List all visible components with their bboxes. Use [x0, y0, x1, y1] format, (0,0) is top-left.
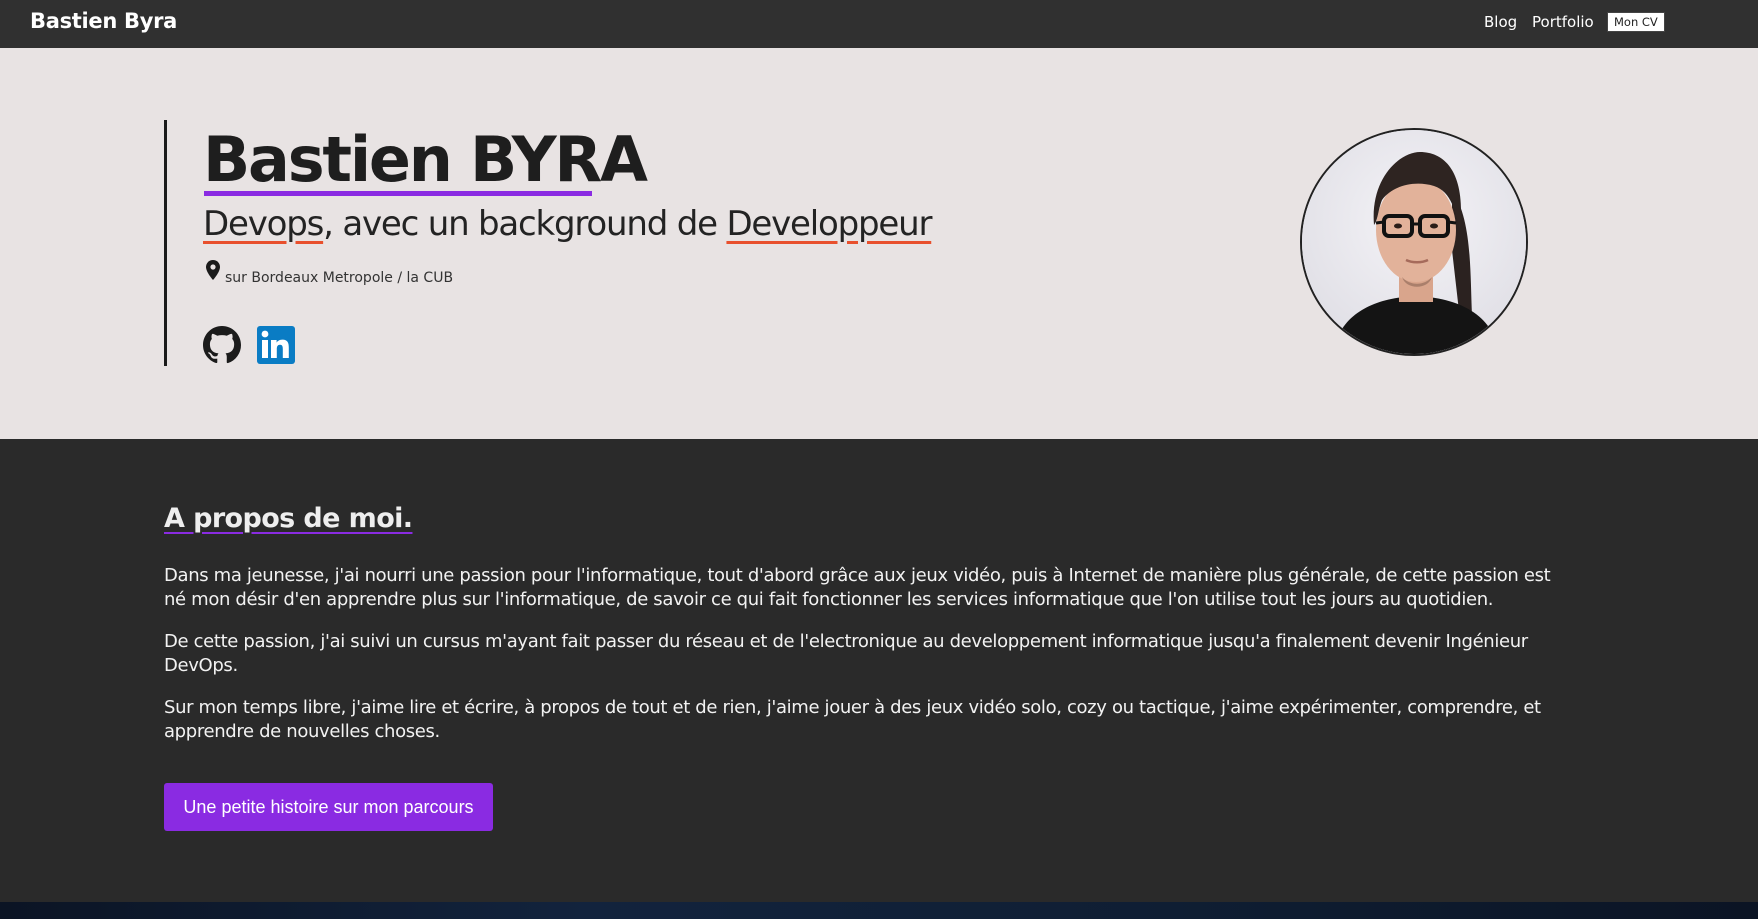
about-section: A propos de moi. Dans ma jeunesse, j'ai …: [0, 439, 1758, 902]
story-button[interactable]: Une petite histoire sur mon parcours: [164, 783, 493, 831]
github-icon: [203, 326, 241, 364]
location-pin-icon: [206, 260, 220, 280]
hero-subtitle: Devops, avec un background de Developpeu…: [203, 204, 932, 244]
subtitle-devops: Devops: [203, 204, 324, 244]
about-paragraph: Dans ma jeunesse, j'ai nourri une passio…: [164, 565, 1551, 610]
about-paragraph: Sur mon temps libre, j'aime lire et écri…: [164, 697, 1541, 742]
hero-name: Bastien BYRA: [203, 123, 648, 196]
profile-photo-image: [1302, 130, 1526, 354]
about-paragraph: De cette passion, j'ai suivi un cursus m…: [164, 631, 1528, 676]
hero-name-underline: [204, 191, 592, 196]
linkedin-icon: [257, 326, 295, 364]
subtitle-middle: , avec un background de: [323, 204, 727, 244]
subtitle-developpeur: Developpeur: [726, 204, 932, 244]
nav-links: Blog Portfolio Mon CV: [0, 12, 1758, 37]
nav-blog-link[interactable]: Blog: [1484, 13, 1517, 31]
profile-photo: [1300, 128, 1528, 356]
nav-cv-button[interactable]: Mon CV: [1607, 12, 1665, 32]
hero-accent-bar: [164, 120, 167, 366]
footer-band: [0, 902, 1758, 919]
location-text: sur Bordeaux Metropole / la CUB: [225, 270, 454, 286]
nav-portfolio-link[interactable]: Portfolio: [1532, 13, 1594, 31]
top-navbar: Bastien Byra Blog Portfolio Mon CV: [0, 0, 1758, 48]
hero-section: Bastien BYRA Devops, avec un background …: [0, 48, 1758, 439]
github-link[interactable]: [203, 326, 241, 364]
linkedin-link[interactable]: [257, 326, 295, 364]
about-title: A propos de moi.: [164, 503, 413, 534]
